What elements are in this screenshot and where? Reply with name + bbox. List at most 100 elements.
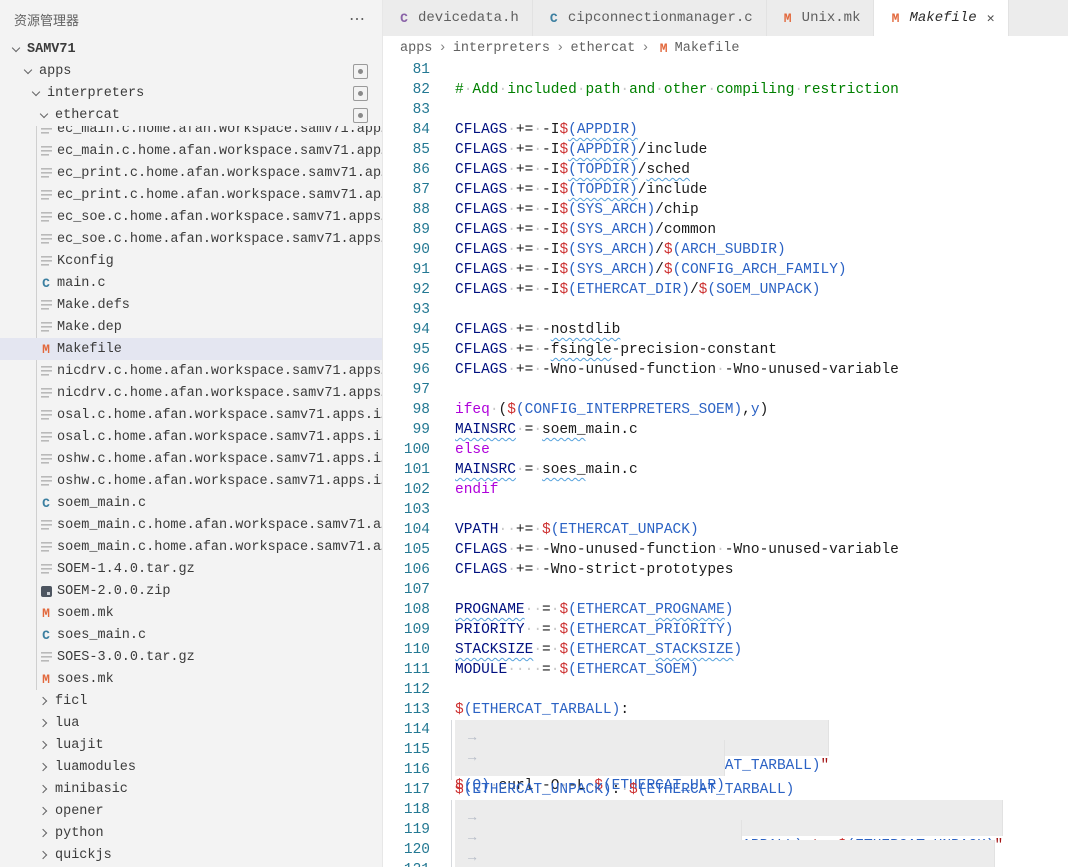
code-line[interactable]: 101 MAINSRC·=·soes_main.c bbox=[383, 460, 1068, 480]
breadcrumb-item-Makefile[interactable]: M Makefile bbox=[656, 40, 740, 56]
tab-Makefile[interactable]: M Makefile ✕ bbox=[874, 0, 1009, 36]
code-line[interactable]: 103 bbox=[383, 500, 1068, 520]
token: ·+=·-I bbox=[507, 162, 560, 178]
tree-item-main.c[interactable]: Cmain.c bbox=[0, 272, 382, 294]
breadcrumb-item-ethercat[interactable]: ethercat bbox=[570, 41, 635, 56]
tree-item-Make.dep[interactable]: Make.dep bbox=[0, 316, 382, 338]
chevron-down-icon bbox=[20, 63, 36, 79]
tree-item-SOEM-1.4.0.tar.gz[interactable]: SOEM-1.4.0.tar.gz bbox=[0, 558, 382, 580]
tab-cipconnectionmanager.c[interactable]: Ccipconnectionmanager.c bbox=[532, 0, 767, 36]
makefile-icon: M bbox=[42, 605, 50, 621]
code-line[interactable]: 89 CFLAGS·+=·-I$(SYS_ARCH)/common bbox=[383, 220, 1068, 240]
code-line[interactable]: 110 STACKSIZE·=·$(ETHERCAT_STACKSIZE) bbox=[383, 640, 1068, 660]
code-line[interactable]: 97 bbox=[383, 380, 1068, 400]
code-line[interactable]: 93 bbox=[383, 300, 1068, 320]
code-line[interactable]: 100 else bbox=[383, 440, 1068, 460]
code-line[interactable]: 111 MODULE····=·$(ETHERCAT_SOEM) bbox=[383, 660, 1068, 680]
tree-item-Makefile[interactable]: M Makefile bbox=[0, 338, 382, 360]
code-line[interactable]: 112 bbox=[383, 680, 1068, 700]
tree-folder-lua[interactable]: lua bbox=[0, 712, 382, 734]
code-line[interactable]: 82 #·Add·included·path·and·other·compilin… bbox=[383, 80, 1068, 100]
tree-item-ec_soe.c.home.afan.workspace.s[interactable]: ec_soe.c.home.afan.workspace.samv71.apps… bbox=[0, 206, 382, 228]
code-line[interactable]: 120 → $(Q)·mv·$(ETHERCAT_PACKNM)-$(ETHERC… bbox=[383, 840, 1068, 867]
code-line[interactable]: 102 endif bbox=[383, 480, 1068, 500]
code-line[interactable]: 99 MAINSRC·=·soem_main.c bbox=[383, 420, 1068, 440]
token: ·+=·-I bbox=[507, 282, 560, 298]
tree-folder-opener[interactable]: opener bbox=[0, 800, 382, 822]
makefile-icon: M bbox=[891, 10, 900, 26]
editor-group: Cdevicedata.h Ccipconnectionmanager.c M Uni… bbox=[383, 0, 1068, 867]
code-line[interactable]: 105 CFLAGS·+=·-Wno-unused-function·-Wno-u… bbox=[383, 540, 1068, 560]
tree-item-osal.c.home.afan.workspace.sam[interactable]: osal.c.home.afan.workspace.samv71.apps.i… bbox=[0, 404, 382, 426]
code-line[interactable]: 121 bbox=[383, 860, 1068, 867]
tree-item-SOEM-2.0.0.zip[interactable]: SOEM-2.0.0.zip bbox=[0, 580, 382, 602]
tree-item-nicdrv.c.home.afan.workspace.s[interactable]: nicdrv.c.home.afan.workspace.samv71.apps… bbox=[0, 360, 382, 382]
code-line[interactable]: 119 → $(Q)·tar·xzvf·$(ETHERCAT_TARBALL) bbox=[383, 820, 1068, 867]
tree-folder-python[interactable]: python bbox=[0, 822, 382, 844]
code-line[interactable]: 117 $(ETHERCAT_UNPACK):·$(ETHERCAT_TARBAL… bbox=[383, 780, 1068, 800]
code-line[interactable]: 98 ifeq·($(CONFIG_INTERPRETERS_SOEM),y) bbox=[383, 400, 1068, 420]
tree-folder-ficl[interactable]: ficl bbox=[0, 690, 382, 712]
code-line[interactable]: 95 CFLAGS·+=·-fsingle-precision-constant bbox=[383, 340, 1068, 360]
tree-item-oshw.c.home.afan.workspace.sam[interactable]: oshw.c.home.afan.workspace.samv71.apps.i… bbox=[0, 470, 382, 492]
close-icon[interactable]: ✕ bbox=[987, 11, 995, 26]
tree-item-soem_main.c.home.afan.workspac[interactable]: soem_main.c.home.afan.workspace.samv71.a… bbox=[0, 514, 382, 536]
tree-folder-interpreters[interactable]: interpreters bbox=[0, 82, 382, 104]
code-line[interactable]: 115 → $(Q)·curl·-O·-L·$(ETHERCAT_ULR) bbox=[383, 740, 1068, 794]
breadcrumb-item-interpreters[interactable]: interpreters bbox=[453, 41, 550, 56]
tree-item-nicdrv.c.home.afan.workspace.s[interactable]: nicdrv.c.home.afan.workspace.samv71.apps… bbox=[0, 382, 382, 404]
code-line[interactable]: 113 $(ETHERCAT_TARBALL): bbox=[383, 700, 1068, 720]
code-line[interactable]: 114 → $(Q)·echo·"Downloading·$(ETHERCAT_T… bbox=[383, 720, 1068, 774]
tree-folder-minibasic[interactable]: minibasic bbox=[0, 778, 382, 800]
tab-devicedata.h[interactable]: Cdevicedata.h bbox=[383, 0, 533, 36]
code-line[interactable]: 116 bbox=[383, 760, 1068, 780]
tree-item-ec_print.c.home.afan.workspace[interactable]: ec_print.c.home.afan.workspace.samv71.ap… bbox=[0, 162, 382, 184]
tree-item-soes.mk[interactable]: Msoes.mk bbox=[0, 668, 382, 690]
tree-folder-SAMV71[interactable]: SAMV71 bbox=[0, 38, 382, 60]
tree-item-ec_main.c.home.afan.workspace.[interactable]: ec_main.c.home.afan.workspace.samv71.app… bbox=[0, 140, 382, 162]
tree-folder-luamodules[interactable]: luamodules bbox=[0, 756, 382, 778]
code-line[interactable]: 91 CFLAGS·+=·-I$(SYS_ARCH)/$(CONFIG_ARCH_… bbox=[383, 260, 1068, 280]
tree-item-soes_main.c[interactable]: Csoes_main.c bbox=[0, 624, 382, 646]
document-icon bbox=[38, 561, 54, 577]
tree-item-osal.c.home.afan.workspace.sam[interactable]: osal.c.home.afan.workspace.samv71.apps.i… bbox=[0, 426, 382, 448]
tree-folder-quickjs[interactable]: quickjs bbox=[0, 844, 382, 866]
code-line[interactable]: 87 CFLAGS·+=·-I$(TOPDIR)/include bbox=[383, 180, 1068, 200]
whitespace-dot: · bbox=[533, 182, 543, 198]
code-line[interactable]: 81 bbox=[383, 60, 1068, 80]
code-line[interactable]: 83 bbox=[383, 100, 1068, 120]
code-line[interactable]: 107 bbox=[383, 580, 1068, 600]
code-line[interactable]: 84 CFLAGS·+=·-I$(APPDIR) bbox=[383, 120, 1068, 140]
tree-item-oshw.c.home.afan.workspace.sam[interactable]: oshw.c.home.afan.workspace.samv71.apps.i… bbox=[0, 448, 382, 470]
code-line[interactable]: 86 CFLAGS·+=·-I$(TOPDIR)/sched bbox=[383, 160, 1068, 180]
tree-item-SOES-3.0.0.tar.gz[interactable]: SOES-3.0.0.tar.gz bbox=[0, 646, 382, 668]
code-line[interactable]: 85 CFLAGS·+=·-I$(APPDIR)/include bbox=[383, 140, 1068, 160]
tree-folder-ethercat[interactable]: ethercat bbox=[0, 104, 382, 126]
code-line[interactable]: 109 PRIORITY··=·$(ETHERCAT_PRIORITY) bbox=[383, 620, 1068, 640]
tree-item-soem.mk[interactable]: Msoem.mk bbox=[0, 602, 382, 624]
tab-Unix.mk[interactable]: M Unix.mk bbox=[766, 0, 875, 36]
tree-item-label: main.c bbox=[57, 275, 106, 291]
tree-folder-luajit[interactable]: luajit bbox=[0, 734, 382, 756]
tree-item-Make.defs[interactable]: Make.defs bbox=[0, 294, 382, 316]
tree-item-ec_print.c.home.afan.workspace[interactable]: ec_print.c.home.afan.workspace.samv71.ap… bbox=[0, 184, 382, 206]
tree-item-Kconfig[interactable]: Kconfig bbox=[0, 250, 382, 272]
code-line[interactable]: 88 CFLAGS·+=·-I$(SYS_ARCH)/chip bbox=[383, 200, 1068, 220]
code-line[interactable]: 108 PROGNAME··=·$(ETHERCAT_PROGNAME) bbox=[383, 600, 1068, 620]
code-line[interactable]: 92 CFLAGS·+=·-I$(ETHERCAT_DIR)/$(SOEM_UNP… bbox=[383, 280, 1068, 300]
code-line[interactable]: 106 CFLAGS·+=·-Wno-strict-prototypes bbox=[383, 560, 1068, 580]
breadcrumb-item-apps[interactable]: apps bbox=[400, 41, 432, 56]
tree-item-ec_soe.c.home.afan.workspace.s[interactable]: ec_soe.c.home.afan.workspace.samv71.apps… bbox=[0, 228, 382, 250]
code-line[interactable]: 94 CFLAGS·+=·-nostdlib bbox=[383, 320, 1068, 340]
code-line[interactable]: 118 → $(Q)·echo·"Unpacking·$(ETHERCAT_TAR… bbox=[383, 800, 1068, 854]
editor[interactable]: 81 82 #·Add·included·path·and·other·compil… bbox=[383, 60, 1068, 867]
token: VPATH bbox=[455, 522, 499, 538]
token: (ETHERCAT_UNPACK) bbox=[550, 522, 699, 538]
code-line[interactable]: 90 CFLAGS·+=·-I$(SYS_ARCH)/$(ARCH_SUBDIR) bbox=[383, 240, 1068, 260]
code-line[interactable]: 104 VPATH··+=·$(ETHERCAT_UNPACK) bbox=[383, 520, 1068, 540]
tree-item-soem_main.c[interactable]: Csoem_main.c bbox=[0, 492, 382, 514]
more-actions-icon[interactable]: ⋯ bbox=[349, 9, 366, 29]
tree-item-soem_main.c.home.afan.workspac[interactable]: soem_main.c.home.afan.workspace.samv71.a… bbox=[0, 536, 382, 558]
tree-folder-apps[interactable]: apps bbox=[0, 60, 382, 82]
code-line[interactable]: 96 CFLAGS·+=·-Wno-unused-function·-Wno-un… bbox=[383, 360, 1068, 380]
